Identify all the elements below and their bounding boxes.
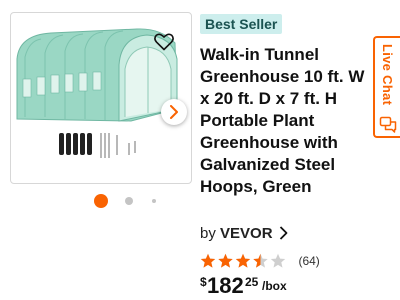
favorite-button[interactable]: [153, 31, 175, 53]
brand-link[interactable]: by VEVOR: [200, 225, 288, 242]
best-seller-badge: Best Seller: [200, 14, 283, 34]
chevron-right-icon: [279, 226, 288, 240]
brand-prefix: by: [200, 225, 216, 242]
pagination-dot[interactable]: [125, 197, 133, 205]
price-currency: $: [200, 275, 207, 289]
heart-outline-icon: [154, 33, 174, 51]
chevron-right-icon: [170, 105, 178, 119]
rating-star: [253, 254, 268, 268]
live-chat-label: Live Chat: [380, 44, 395, 106]
product-image-card[interactable]: [10, 12, 192, 184]
next-image-button[interactable]: [161, 99, 187, 125]
star-rating-icon: [200, 254, 286, 268]
review-count: (64): [298, 253, 320, 268]
rating-star: [270, 254, 286, 268]
live-chat-button[interactable]: Live Chat: [373, 36, 400, 138]
pagination-dot[interactable]: [152, 199, 156, 203]
rating-stars[interactable]: (64): [200, 252, 320, 272]
rating-star: [235, 254, 251, 268]
product-title: Walk-in Tunnel Greenhouse 10 ft. W x 20 …: [200, 45, 365, 196]
brand-name: VEVOR: [220, 225, 273, 242]
rating-star: [200, 254, 216, 268]
price-unit: /box: [262, 279, 287, 293]
price-dollars: 182: [207, 273, 244, 298]
rating-star: [218, 254, 233, 268]
chat-bubbles-icon: [379, 116, 397, 133]
price-cents: 25: [245, 275, 259, 289]
pagination-dot-active[interactable]: [94, 194, 108, 208]
